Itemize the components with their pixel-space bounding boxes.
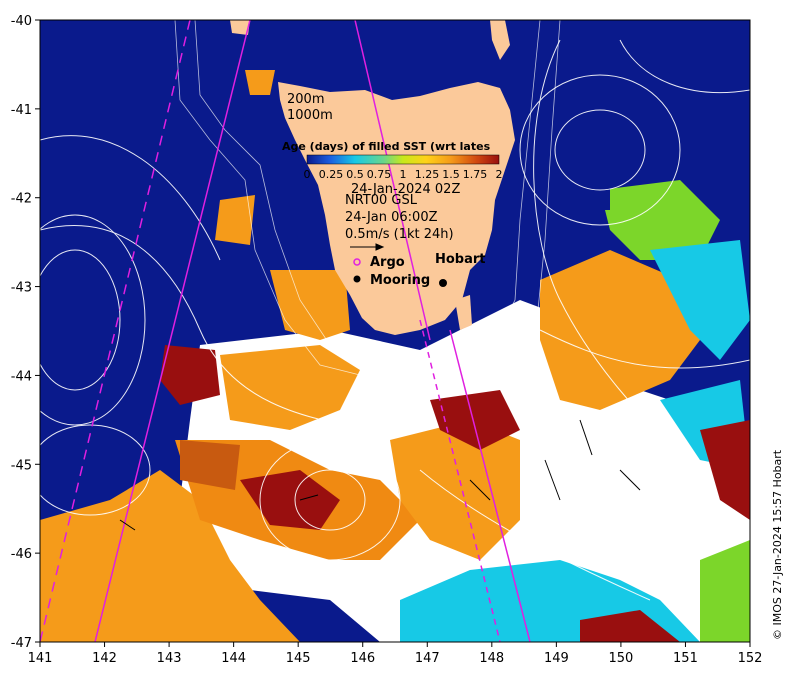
- y-tick-label: -40: [11, 14, 32, 29]
- map-plot-area: [40, 20, 750, 642]
- mooring-marker-icon: [353, 275, 361, 283]
- time-label: 24-Jan 06:00Z: [345, 210, 438, 225]
- depth-label-1000m: 1000m: [287, 108, 333, 123]
- y-tick-label: -45: [11, 458, 32, 473]
- hobart-dot-icon: [439, 279, 447, 287]
- colorbar-tick-label: 1.25: [415, 168, 440, 181]
- y-tick-label: -44: [11, 369, 32, 384]
- colorbar-tick-label: 1: [400, 168, 407, 181]
- x-tick-label: 145: [286, 651, 311, 666]
- y-tick-label: -46: [11, 547, 32, 562]
- colorbar-tick-label: 0.25: [319, 168, 344, 181]
- colorbar-tick-label: 1.5: [442, 168, 460, 181]
- mooring-label: Mooring: [370, 273, 430, 288]
- colorbar-tick-label: 0.75: [367, 168, 392, 181]
- y-tick-label: -41: [11, 103, 32, 118]
- y-tick-label: -42: [11, 192, 32, 207]
- hobart-label: Hobart: [435, 252, 486, 267]
- argo-label: Argo: [370, 255, 405, 270]
- colorbar-tick-label: 1.75: [463, 168, 488, 181]
- colorbar-tick-label: 2: [496, 168, 503, 181]
- x-tick-label: 146: [350, 651, 375, 666]
- x-tick-label: 141: [28, 651, 53, 666]
- colorbar: [306, 154, 500, 165]
- x-tick-label: 149: [544, 651, 569, 666]
- y-tick-label: -43: [11, 281, 32, 296]
- colorbar-title: Age (days) of filled SST (wrt lates: [282, 140, 491, 153]
- imos-credit: © IMOS 27-Jan-2024 15:57 Hobart: [771, 449, 784, 640]
- x-tick-label: 150: [608, 651, 633, 666]
- colorbar-ticks: 0 0.25 0.5 0.75 1 1.25 1.5 1.75 2: [304, 168, 503, 181]
- x-tick-label: 144: [221, 651, 246, 666]
- sst-age-map: 141 142 143 144 145 146 147 148 149 150 151 152 -40…: [11, 14, 763, 666]
- x-tick-label: 151: [673, 651, 698, 666]
- x-tick-label: 142: [92, 651, 117, 666]
- product-label: NRT00 GSL: [345, 193, 418, 208]
- x-axis: 141 142 143 144 145 146 147 148 149 150 151 152: [28, 642, 763, 666]
- x-tick-label: 143: [157, 651, 182, 666]
- scale-label: 0.5m/s (1kt 24h): [345, 227, 454, 242]
- colorbar-tick-label: 0.5: [346, 168, 364, 181]
- colorbar-tick-label: 0: [304, 168, 311, 181]
- x-tick-label: 152: [738, 651, 763, 666]
- x-tick-label: 148: [479, 651, 504, 666]
- y-tick-label: -47: [11, 636, 32, 651]
- x-tick-label: 147: [415, 651, 440, 666]
- y-axis: -40 -41 -42 -43 -44 -45 -46 -47: [11, 14, 40, 651]
- depth-label-200m: 200m: [287, 92, 324, 107]
